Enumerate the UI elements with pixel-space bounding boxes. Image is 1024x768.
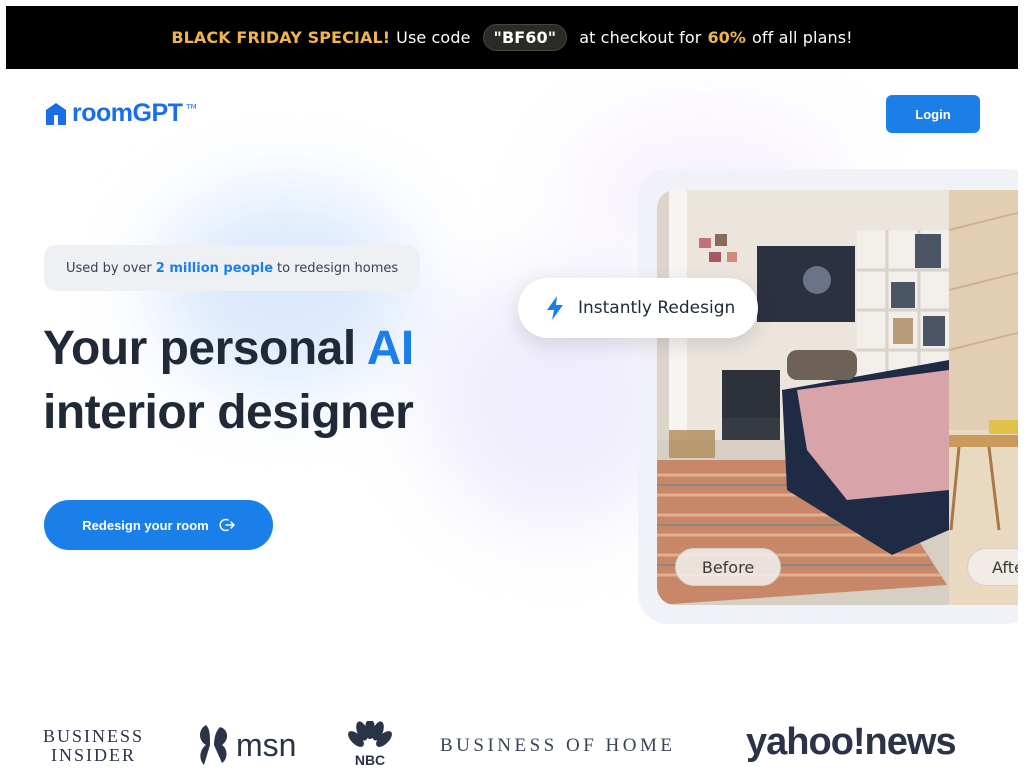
msn-butterfly-icon [200,725,228,765]
promo-percent: 60% [707,28,747,47]
promo-code-badge: "BF60" [482,24,568,51]
after-label: After [967,548,1018,586]
instantly-redesign-label: Instantly Redesign [578,298,736,318]
before-label: Before [675,548,781,586]
lightning-icon [547,296,563,320]
usage-pill: Used by over 2 million people to redesig… [44,245,421,291]
promo-title: BLACK FRIDAY SPECIAL! [171,28,391,47]
usage-prefix: Used by over [66,260,152,276]
redesign-room-button[interactable]: Redesign your room [44,500,273,550]
press-logos: BUSINESS INSIDER msn NBC BUSINESS OF HOM… [6,719,1018,768]
login-button[interactable]: Login [886,95,980,133]
yahoo-news-logo: yahoo!news [746,721,957,763]
roomgpt-logo[interactable]: roomGPT TM [44,99,197,128]
business-of-home-logo: BUSINESS OF HOME [440,735,676,756]
msn-text: msn [236,726,297,763]
promo-banner: BLACK FRIDAY SPECIAL! Use code "BF60" at… [6,6,1018,69]
usage-highlight: 2 million people [155,260,274,276]
nbc-peacock-logo: NBC [348,721,392,767]
headline-line1: Your personal [43,322,356,375]
after-room-illustration [949,190,1018,605]
usage-suffix: to redesign homes [277,260,399,276]
promo-at-checkout: at checkout for [579,28,702,47]
hero-headline: Your personal AI interior designer [43,317,414,445]
headline-ai: AI [366,322,415,375]
before-image: Before [657,190,949,605]
promo-rest: off all plans! [752,28,853,47]
house-logo-icon [46,102,66,125]
promo-use-code: Use code [396,28,471,47]
business-insider-logo: BUSINESS INSIDER [43,727,144,765]
before-room-illustration [657,190,949,605]
headline-line2: interior designer [43,386,414,439]
nbc-text: NBC [355,752,385,767]
logo-trademark: TM [186,102,197,111]
after-image: After [949,190,1018,605]
instantly-redesign-badge: Instantly Redesign [518,278,758,338]
business-insider-line1: BUSINESS [43,726,145,746]
logo-text: roomGPT [72,99,183,127]
main-page: roomGPT TM Login Used by over 2 million … [6,69,1018,768]
msn-logo: msn [196,723,296,767]
cta-label: Redesign your room [82,517,209,533]
business-insider-line2: INSIDER [51,745,137,765]
arrow-out-icon [219,518,235,532]
